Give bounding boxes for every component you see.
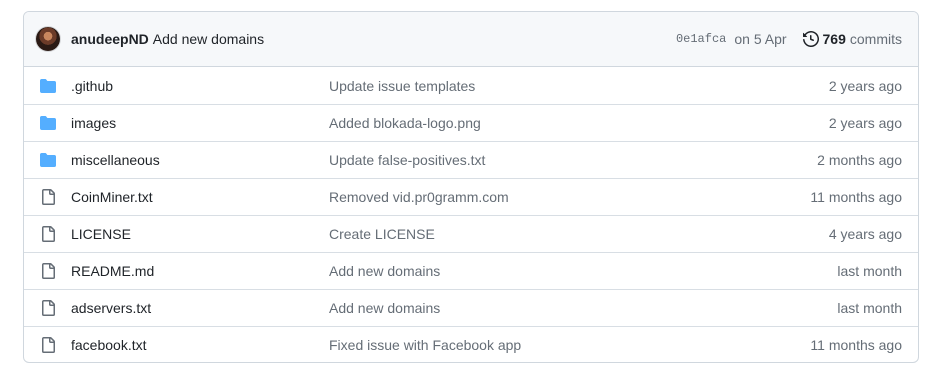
- file-commit-message-link[interactable]: Added blokada-logo.png: [329, 115, 481, 131]
- avatar[interactable]: [36, 27, 60, 51]
- file-commit-message-link[interactable]: Removed vid.pr0gramm.com: [329, 189, 509, 205]
- file-commit-age: 11 months ago: [810, 189, 902, 205]
- file-commit-age: 2 years ago: [828, 115, 902, 131]
- commit-date: on 5 Apr: [734, 31, 787, 47]
- file-commit-message-link[interactable]: Fixed issue with Facebook app: [329, 337, 521, 353]
- history-icon: [802, 31, 819, 47]
- file-icon: [40, 189, 56, 205]
- file-list: .github Update issue templates 2 years ago…: [24, 67, 918, 362]
- file-name-link[interactable]: README.md: [71, 263, 154, 279]
- file-row[interactable]: facebook.txt Fixed issue with Facebook ap…: [24, 326, 918, 362]
- commit-sha-link[interactable]: 0e1afca: [676, 32, 726, 46]
- file-commit-age: 2 years ago: [828, 77, 902, 94]
- file-name-link[interactable]: adservers.txt: [71, 300, 151, 316]
- file-name-link[interactable]: miscellaneous: [71, 152, 160, 168]
- file-commit-age: 11 months ago: [810, 337, 902, 353]
- file-row[interactable]: adservers.txt Add new domains last month: [24, 289, 918, 326]
- file-name-link[interactable]: .github: [71, 78, 113, 94]
- file-commit-message-link[interactable]: Add new domains: [329, 263, 440, 279]
- file-commit-age: 4 years ago: [828, 226, 902, 242]
- latest-commit-bar: anudeepND Add new domains 0e1afca on 5 A…: [24, 12, 918, 67]
- file-commit-age: 2 months ago: [817, 152, 902, 168]
- folder-icon: [40, 152, 56, 168]
- file-icon: [40, 263, 56, 279]
- file-name-link[interactable]: images: [71, 115, 116, 131]
- folder-icon: [40, 78, 56, 94]
- file-icon: [40, 337, 56, 353]
- commits-label: commits: [849, 31, 902, 47]
- file-name-link[interactable]: facebook.txt: [71, 337, 147, 353]
- file-commit-message-link[interactable]: Create LICENSE: [329, 226, 435, 242]
- commit-count: 769: [822, 31, 846, 47]
- file-row[interactable]: CoinMiner.txt Removed vid.pr0gramm.com 11 …: [24, 178, 918, 215]
- folder-icon: [40, 115, 56, 131]
- commit-message-link[interactable]: Add new domains: [153, 31, 264, 47]
- file-browser: anudeepND Add new domains 0e1afca on 5 A…: [23, 11, 919, 363]
- file-row[interactable]: LICENSE Create LICENSE 4 years ago: [24, 215, 918, 252]
- commit-author-link[interactable]: anudeepND: [71, 31, 149, 47]
- file-commit-message-link[interactable]: Add new domains: [329, 300, 440, 316]
- file-icon: [40, 300, 56, 316]
- file-name-link[interactable]: LICENSE: [71, 226, 131, 242]
- file-row[interactable]: README.md Add new domains last month: [24, 252, 918, 289]
- file-row[interactable]: miscellaneous Update false-positives.txt 2…: [24, 141, 918, 178]
- file-icon: [40, 226, 56, 242]
- file-row[interactable]: images Added blokada-logo.png 2 years ago: [24, 104, 918, 141]
- file-name-link[interactable]: CoinMiner.txt: [71, 189, 153, 205]
- commit-history-link[interactable]: 769 commits: [802, 31, 902, 47]
- file-row[interactable]: .github Update issue templates 2 years ago: [24, 67, 918, 104]
- file-commit-age: last month: [837, 300, 902, 316]
- file-commit-age: last month: [837, 263, 902, 279]
- file-commit-message-link[interactable]: Update false-positives.txt: [329, 152, 485, 168]
- file-commit-message-link[interactable]: Update issue templates: [329, 78, 475, 94]
